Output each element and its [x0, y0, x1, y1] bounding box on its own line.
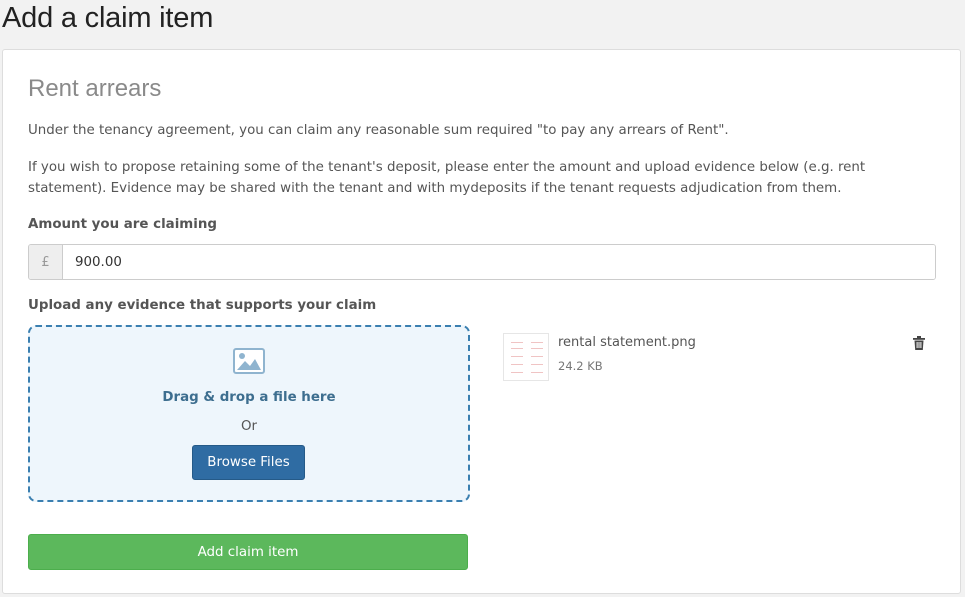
- file-size: 24.2 KB: [558, 359, 603, 373]
- trash-icon: [913, 335, 925, 353]
- image-icon: [233, 348, 265, 374]
- add-claim-item-button[interactable]: Add claim item: [28, 534, 468, 570]
- browse-files-button[interactable]: Browse Files: [192, 445, 305, 480]
- currency-symbol: £: [29, 245, 63, 279]
- file-thumbnail: [503, 333, 549, 381]
- claim-intro-text: Under the tenancy agreement, you can cla…: [28, 123, 729, 138]
- amount-input[interactable]: [63, 245, 935, 279]
- page-title: Add a claim item: [2, 2, 214, 34]
- claim-instructions-text: If you wish to propose retaining some of…: [28, 160, 866, 196]
- uploaded-file-item: rental statement.png 24.2 KB: [501, 333, 931, 383]
- amount-input-group: £: [28, 244, 936, 280]
- dropzone-or-text: Or: [240, 419, 258, 434]
- claim-item-card: Rent arrears Under the tenancy agreement…: [2, 49, 961, 594]
- file-dropzone[interactable]: Drag & drop a file here Or Browse Files: [28, 325, 470, 502]
- claim-type-heading: Rent arrears: [28, 75, 162, 102]
- upload-label: Upload any evidence that supports your c…: [28, 298, 377, 313]
- delete-file-button[interactable]: [911, 335, 927, 353]
- file-name: rental statement.png: [558, 335, 696, 350]
- amount-label: Amount you are claiming: [28, 217, 217, 232]
- dropzone-text: Drag & drop a file here: [162, 390, 336, 405]
